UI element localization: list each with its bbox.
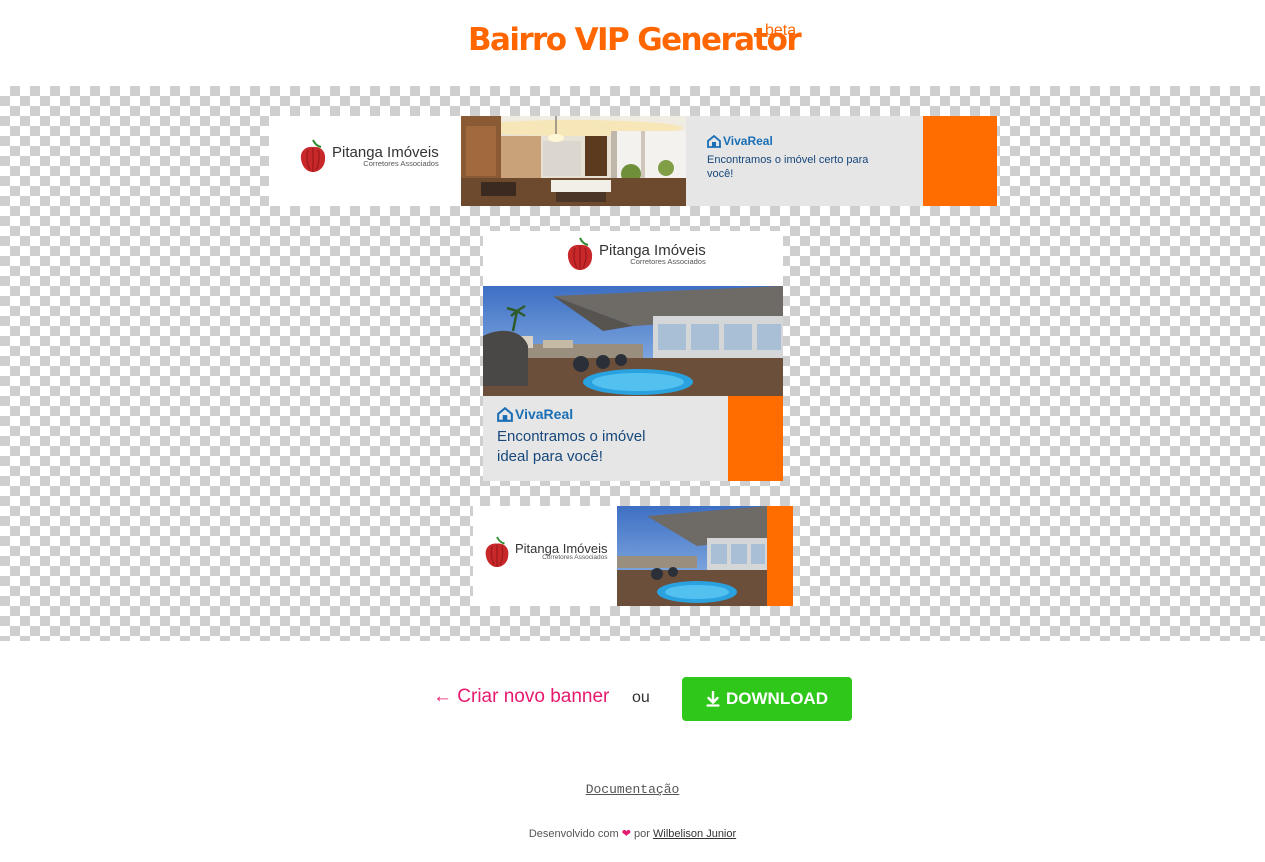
logo-name: Pitanga Imóveis <box>599 241 706 259</box>
pitanga-fruit-icon <box>567 237 593 270</box>
docs-section: Documentação <box>0 782 1265 797</box>
app-title: Bairro VIP Generator <box>468 22 802 58</box>
author-link[interactable]: Wilbelison Junior <box>653 828 736 840</box>
living-room-photo <box>461 116 686 206</box>
footer: Desenvolvido com ❤ por Wilbelison Junior <box>0 827 1265 840</box>
orange-accent-block <box>767 506 793 606</box>
ad-tagline-line-2: você! <box>707 168 734 180</box>
action-bar: ← Criar novo banner ou DOWNLOAD <box>0 677 1265 721</box>
documentation-link[interactable]: Documentação <box>586 782 680 797</box>
or-separator: ou <box>632 689 650 706</box>
header: Bairro VIP Generator beta <box>0 0 1265 86</box>
ad-tagline-line-1: Encontramos o imóvel <box>497 428 646 445</box>
beta-badge: beta <box>765 22 797 39</box>
logo-subtitle: Corretores Associados <box>542 554 608 562</box>
pool-terrace-image <box>617 506 767 606</box>
orange-accent-block <box>923 116 997 206</box>
pool-terrace-photo <box>483 286 783 396</box>
pitanga-fruit-icon <box>300 139 326 172</box>
logo-panel: Pitanga Imóveis Corretores Associados <box>483 231 783 286</box>
logo-name: Pitanga Imóveis <box>332 143 439 161</box>
heart-icon: ❤ <box>621 828 631 840</box>
download-icon <box>706 691 720 707</box>
pitanga-logo: Pitanga Imóveis Corretores Associados <box>482 535 608 569</box>
banner-medium-rectangle: Pitanga Imóveis Corretores Associados Vi… <box>483 231 783 481</box>
pitanga-fruit-icon <box>485 536 509 567</box>
logo-subtitle: Corretores Associados <box>630 256 706 266</box>
ad-tagline-line-1: Encontramos o imóvel certo para <box>707 154 869 166</box>
vivareal-name: VivaReal <box>515 406 574 422</box>
logo-panel: Pitanga Imóveis Corretores Associados <box>473 506 617 606</box>
ad-tagline-line-2: ideal para você! <box>497 448 603 465</box>
living-room-image <box>461 116 686 206</box>
logo-subtitle: Corretores Associados <box>363 158 439 168</box>
banner-wide: Pitanga Imóveis Corretores Associados Vi… <box>269 116 997 206</box>
ad-message-panel: VivaReal Encontramos o imóvel certo para… <box>686 116 923 206</box>
footer-prefix: Desenvolvido com <box>528 828 619 840</box>
pool-terrace-photo <box>617 506 767 606</box>
pitanga-logo: Pitanga Imóveis Corretores Associados <box>564 236 706 272</box>
banner-small: Pitanga Imóveis Corretores Associados <box>473 506 793 606</box>
pool-terrace-image <box>483 286 783 396</box>
download-label: DOWNLOAD <box>726 689 828 708</box>
ad-message-panel: VivaReal Encontramos o imóvel ideal para… <box>483 396 728 481</box>
vivareal-logo: VivaReal <box>497 406 573 422</box>
download-button[interactable]: DOWNLOAD <box>682 677 852 721</box>
banner-preview-area: Pitanga Imóveis Corretores Associados Vi… <box>0 86 1265 641</box>
orange-accent-block <box>728 396 783 481</box>
pitanga-logo: Pitanga Imóveis Corretores Associados <box>297 138 439 174</box>
create-new-banner-link[interactable]: ← Criar novo banner <box>433 686 609 708</box>
logo-panel: Pitanga Imóveis Corretores Associados <box>269 116 461 206</box>
vivareal-logo: VivaReal <box>707 134 773 148</box>
vivareal-house-icon <box>497 406 513 422</box>
vivareal-house-icon <box>707 134 721 148</box>
vivareal-name: VivaReal <box>723 134 773 148</box>
footer-by: por <box>634 828 650 840</box>
